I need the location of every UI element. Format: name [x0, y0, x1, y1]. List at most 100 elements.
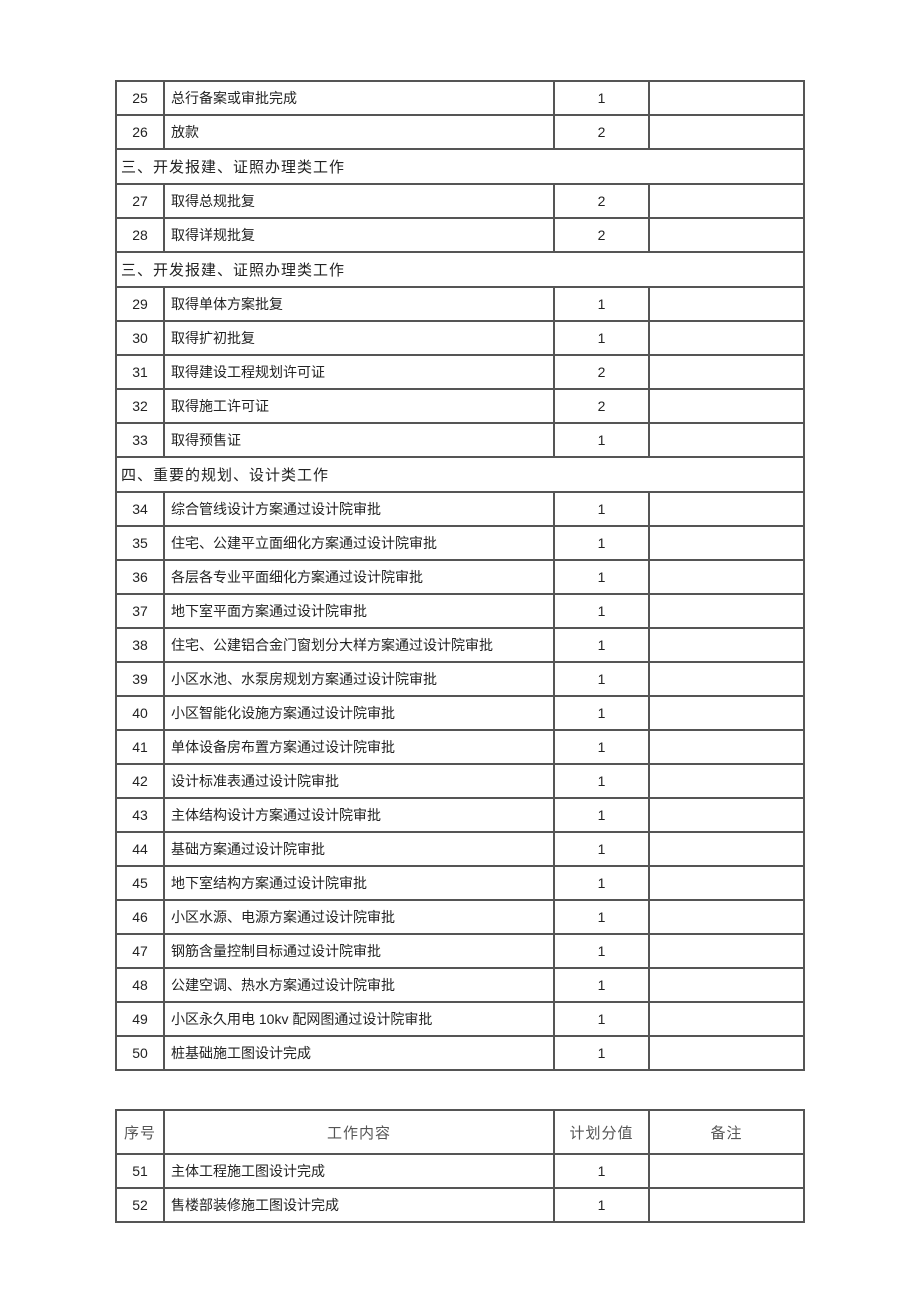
cell-desc: 小区水源、电源方案通过设计院审批 [164, 900, 554, 934]
cell-index: 38 [116, 628, 164, 662]
cell-desc: 取得详规批复 [164, 218, 554, 252]
table-row: 42设计标准表通过设计院审批1 [116, 764, 804, 798]
cell-index: 30 [116, 321, 164, 355]
table-row: 48公建空调、热水方案通过设计院审批1 [116, 968, 804, 1002]
cell-value: 2 [554, 355, 649, 389]
cell-desc: 地下室结构方案通过设计院审批 [164, 866, 554, 900]
task-schedule-table-part2: 序号 工作内容 计划分值 备注 51主体工程施工图设计完成152售楼部装修施工图… [115, 1109, 805, 1223]
section-title: 四、重要的规划、设计类工作 [116, 457, 804, 492]
cell-value: 1 [554, 526, 649, 560]
col-header-desc: 工作内容 [164, 1110, 554, 1154]
cell-index: 25 [116, 81, 164, 115]
cell-desc: 地下室平面方案通过设计院审批 [164, 594, 554, 628]
table-row: 34综合管线设计方案通过设计院审批1 [116, 492, 804, 526]
cell-desc: 主体结构设计方案通过设计院审批 [164, 798, 554, 832]
table-row: 37地下室平面方案通过设计院审批1 [116, 594, 804, 628]
section-title: 三、开发报建、证照办理类工作 [116, 252, 804, 287]
table-row: 31取得建设工程规划许可证2 [116, 355, 804, 389]
cell-index: 35 [116, 526, 164, 560]
cell-note [649, 1154, 804, 1188]
cell-desc: 钢筋含量控制目标通过设计院审批 [164, 934, 554, 968]
cell-index: 50 [116, 1036, 164, 1070]
cell-value: 1 [554, 764, 649, 798]
table-row: 43主体结构设计方案通过设计院审批1 [116, 798, 804, 832]
cell-desc: 小区智能化设施方案通过设计院审批 [164, 696, 554, 730]
cell-note [649, 662, 804, 696]
cell-value: 1 [554, 900, 649, 934]
cell-index: 28 [116, 218, 164, 252]
cell-index: 40 [116, 696, 164, 730]
cell-index: 41 [116, 730, 164, 764]
table-row: 40小区智能化设施方案通过设计院审批1 [116, 696, 804, 730]
task-schedule-table-part1: 25总行备案或审批完成126放款2三、开发报建、证照办理类工作27取得总规批复2… [115, 80, 805, 1071]
cell-index: 34 [116, 492, 164, 526]
cell-index: 33 [116, 423, 164, 457]
cell-desc: 取得单体方案批复 [164, 287, 554, 321]
cell-note [649, 321, 804, 355]
cell-value: 1 [554, 321, 649, 355]
cell-note [649, 389, 804, 423]
col-header-val: 计划分值 [554, 1110, 649, 1154]
section-row: 四、重要的规划、设计类工作 [116, 457, 804, 492]
cell-value: 1 [554, 730, 649, 764]
cell-desc: 住宅、公建铝合金门窗划分大样方案通过设计院审批 [164, 628, 554, 662]
cell-index: 44 [116, 832, 164, 866]
cell-value: 2 [554, 184, 649, 218]
cell-index: 43 [116, 798, 164, 832]
table-row: 35住宅、公建平立面细化方案通过设计院审批1 [116, 526, 804, 560]
cell-value: 1 [554, 1154, 649, 1188]
cell-value: 1 [554, 81, 649, 115]
cell-index: 51 [116, 1154, 164, 1188]
cell-value: 2 [554, 115, 649, 149]
cell-note [649, 696, 804, 730]
cell-note [649, 81, 804, 115]
table-row: 25总行备案或审批完成1 [116, 81, 804, 115]
cell-note [649, 218, 804, 252]
cell-note [649, 934, 804, 968]
table-row: 47钢筋含量控制目标通过设计院审批1 [116, 934, 804, 968]
cell-desc: 取得总规批复 [164, 184, 554, 218]
section-row: 三、开发报建、证照办理类工作 [116, 149, 804, 184]
table-row: 30取得扩初批复1 [116, 321, 804, 355]
table-row: 27取得总规批复2 [116, 184, 804, 218]
table-row: 44基础方案通过设计院审批1 [116, 832, 804, 866]
cell-value: 2 [554, 218, 649, 252]
cell-desc: 住宅、公建平立面细化方案通过设计院审批 [164, 526, 554, 560]
cell-index: 31 [116, 355, 164, 389]
cell-value: 1 [554, 423, 649, 457]
cell-index: 29 [116, 287, 164, 321]
cell-note [649, 832, 804, 866]
cell-index: 52 [116, 1188, 164, 1222]
cell-note [649, 968, 804, 1002]
cell-desc: 各层各专业平面细化方案通过设计院审批 [164, 560, 554, 594]
cell-value: 1 [554, 492, 649, 526]
cell-desc: 桩基础施工图设计完成 [164, 1036, 554, 1070]
cell-value: 1 [554, 696, 649, 730]
cell-value: 1 [554, 866, 649, 900]
cell-index: 49 [116, 1002, 164, 1036]
table-row: 50桩基础施工图设计完成1 [116, 1036, 804, 1070]
table-row: 29取得单体方案批复1 [116, 287, 804, 321]
cell-note [649, 900, 804, 934]
cell-note [649, 287, 804, 321]
cell-value: 1 [554, 1036, 649, 1070]
cell-desc: 单体设备房布置方案通过设计院审批 [164, 730, 554, 764]
cell-desc: 放款 [164, 115, 554, 149]
cell-note [649, 355, 804, 389]
cell-value: 1 [554, 798, 649, 832]
cell-desc: 小区水池、水泵房规划方案通过设计院审批 [164, 662, 554, 696]
table-row: 45地下室结构方案通过设计院审批1 [116, 866, 804, 900]
table-row: 28取得详规批复2 [116, 218, 804, 252]
section-title: 三、开发报建、证照办理类工作 [116, 149, 804, 184]
col-header-note: 备注 [649, 1110, 804, 1154]
cell-index: 39 [116, 662, 164, 696]
cell-index: 26 [116, 115, 164, 149]
table-row: 49小区永久用电 10kv 配网图通过设计院审批1 [116, 1002, 804, 1036]
cell-note [649, 423, 804, 457]
cell-desc: 公建空调、热水方案通过设计院审批 [164, 968, 554, 1002]
cell-desc: 基础方案通过设计院审批 [164, 832, 554, 866]
col-header-index: 序号 [116, 1110, 164, 1154]
table-row: 41单体设备房布置方案通过设计院审批1 [116, 730, 804, 764]
cell-note [649, 594, 804, 628]
table-row: 32取得施工许可证2 [116, 389, 804, 423]
